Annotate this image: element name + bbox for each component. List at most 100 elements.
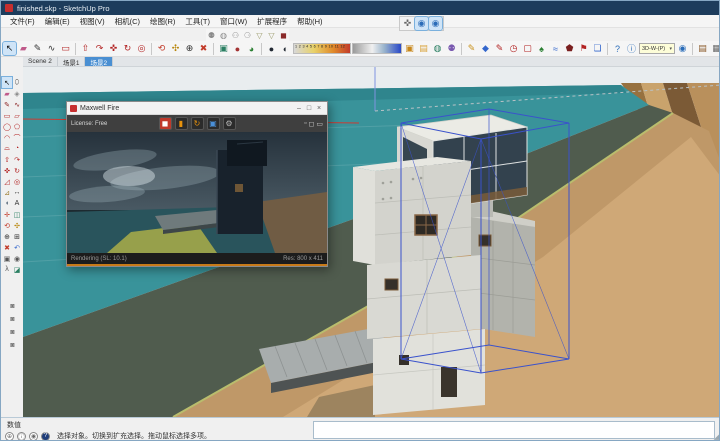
lasso-tool[interactable]: ⬯	[12, 77, 22, 88]
clock-button[interactable]: ◷	[507, 42, 520, 55]
zoom-extents-button[interactable]: ✖	[197, 42, 210, 55]
mx-render-region-button[interactable]: ◼	[278, 30, 289, 41]
pan-tool[interactable]: ✣	[12, 220, 22, 231]
position-camera-tool[interactable]: ▣	[2, 253, 12, 264]
push-pull-tool[interactable]: ⇧	[2, 154, 12, 165]
section-plane-tool[interactable]: ◫	[12, 209, 22, 220]
warehouse-building-button[interactable]: ▦	[710, 42, 720, 55]
move-button[interactable]: ✜	[107, 42, 120, 55]
tree-button[interactable]: ♠	[535, 42, 548, 55]
preview-size-small-button[interactable]: ▫	[304, 120, 306, 128]
circle-tool[interactable]: ◯	[2, 121, 12, 132]
maxwell-render-tool[interactable]: ◙	[8, 340, 18, 351]
tab-scene-cn-2[interactable]: 场景2	[85, 57, 113, 66]
flag-button[interactable]: ⚑	[577, 42, 590, 55]
look-around-tool[interactable]: ◉	[12, 253, 22, 264]
maxwell-maximize-button[interactable]: □	[304, 105, 314, 112]
render-settings-button[interactable]: ⚙	[223, 117, 236, 130]
rotate-tool[interactable]: ↻	[12, 165, 22, 176]
mx-group-button[interactable]: ⚆	[242, 30, 253, 41]
offset-tool[interactable]: ◎	[12, 176, 22, 187]
menu-view[interactable]: 视图(V)	[75, 15, 110, 28]
mx-sphere-button[interactable]: ◍	[218, 30, 229, 41]
select-button[interactable]: ↖	[3, 42, 16, 55]
menu-extensions[interactable]: 扩展程序	[252, 15, 292, 28]
maxwell-sphere-dark-button[interactable]: ●	[265, 42, 278, 55]
maxwell-box-button[interactable]: ▣	[403, 42, 416, 55]
rotate-button[interactable]: ↻	[121, 42, 134, 55]
info-button[interactable]: ⓘ	[625, 42, 638, 55]
orbit-tool[interactable]: ⟲	[2, 220, 12, 231]
sl-quality-slider[interactable]: 1 2 3 4 5 6 7 8 9 10 11 12	[293, 43, 351, 54]
maxwell-preview-sphere-button[interactable]: ◉	[676, 42, 689, 55]
maxwell-globe-button[interactable]: ◍	[431, 42, 444, 55]
maxwell-account-button[interactable]: ⚉	[445, 42, 458, 55]
menu-edit[interactable]: 编辑(E)	[40, 15, 75, 28]
follow-me-button[interactable]: ↷	[93, 42, 106, 55]
maxwell-folder-button[interactable]: ▤	[417, 42, 430, 55]
tab-scene-cn-1[interactable]: 场景1	[58, 57, 86, 66]
eraser-button[interactable]: ▰	[17, 42, 30, 55]
menu-camera[interactable]: 相机(C)	[110, 15, 145, 28]
orbit-button[interactable]: ⟲	[155, 42, 168, 55]
previous-view-tool[interactable]: ↶	[12, 242, 22, 253]
axes-tool[interactable]: ✛	[2, 209, 12, 220]
geolocation-icon[interactable]: ⊕	[5, 432, 14, 441]
refresh-render-button[interactable]: ↻	[191, 117, 204, 130]
rectangle-tool[interactable]: ▭	[2, 110, 12, 121]
render-sphere-green-button[interactable]: ◕	[245, 42, 258, 55]
three-point-arc-tool[interactable]: ⌓	[2, 143, 12, 154]
style-pencil-button[interactable]: ✎	[465, 42, 478, 55]
maxwell-minimize-button[interactable]: –	[294, 105, 304, 112]
mx-pair-button[interactable]: ⚇	[230, 30, 241, 41]
render-sphere-red-button[interactable]: ●	[231, 42, 244, 55]
water-button[interactable]: ≈	[549, 42, 562, 55]
select-tool[interactable]: ↖	[2, 77, 12, 88]
section-fill-tool[interactable]: ◪	[12, 264, 22, 275]
save-image-button[interactable]: ▣	[207, 117, 220, 130]
layers-button[interactable]: ❏	[591, 42, 604, 55]
red-pen-button[interactable]: ✎	[493, 42, 506, 55]
zoom-window-tool[interactable]: ⊞	[12, 231, 22, 242]
protractor-tool[interactable]: ◖	[2, 198, 12, 209]
eraser-tool[interactable]: ▰	[2, 88, 12, 99]
orbit-blue-button[interactable]: ◉	[415, 17, 428, 30]
mx-funnel-button[interactable]: ▽	[254, 30, 265, 41]
offset-button[interactable]: ◎	[135, 42, 148, 55]
menu-tools[interactable]: 工具(T)	[180, 15, 215, 28]
preview-size-medium-button[interactable]: ◻	[309, 120, 315, 128]
line-button[interactable]: ✎	[31, 42, 44, 55]
menu-help[interactable]: 帮助(H)	[292, 15, 327, 28]
rectangle-button[interactable]: ▭	[59, 42, 72, 55]
stamp-tool[interactable]: ◈	[12, 88, 22, 99]
freehand-tool[interactable]: ∿	[12, 99, 22, 110]
menu-draw[interactable]: 绘图(R)	[145, 15, 180, 28]
menu-window[interactable]: 窗口(W)	[215, 15, 252, 28]
move-camera-button[interactable]: ✜	[401, 17, 414, 30]
measurements-input[interactable]	[313, 421, 715, 439]
credits-icon[interactable]: ⓘ	[17, 432, 26, 441]
pan-blue-button[interactable]: ◉	[429, 17, 442, 30]
scale-tool[interactable]: ◿	[2, 176, 12, 187]
mx-funnel2-button[interactable]: ▽	[266, 30, 277, 41]
warehouse-book-button[interactable]: ▤	[696, 42, 709, 55]
stop-render-button[interactable]: ◼	[159, 117, 172, 130]
paint-drop-button[interactable]: ◆	[479, 42, 492, 55]
help-button[interactable]: ?	[611, 42, 624, 55]
maxwell-sphere-half-button[interactable]: ◐	[279, 42, 292, 55]
help-circle-icon[interactable]: ?	[41, 432, 50, 441]
zoom-button[interactable]: ⊕	[183, 42, 196, 55]
exposure-slider[interactable]	[352, 43, 402, 54]
pie-tool[interactable]: ◔	[12, 143, 22, 154]
resize-grip[interactable]: ◢	[714, 433, 719, 441]
mx-network-button[interactable]: ⚉	[206, 30, 217, 41]
tape-measure-tool[interactable]: ⊿	[2, 187, 12, 198]
pan-button[interactable]: ✣	[169, 42, 182, 55]
menu-file[interactable]: 文件(F)	[5, 15, 40, 28]
move-tool[interactable]: ✜	[2, 165, 12, 176]
rotated-rectangle-tool[interactable]: ▱	[12, 110, 22, 121]
push-pull-button[interactable]: ⇧	[79, 42, 92, 55]
line-tool[interactable]: ✎	[2, 99, 12, 110]
shield-button[interactable]: ⬟	[563, 42, 576, 55]
image-button[interactable]: ▣	[217, 42, 230, 55]
